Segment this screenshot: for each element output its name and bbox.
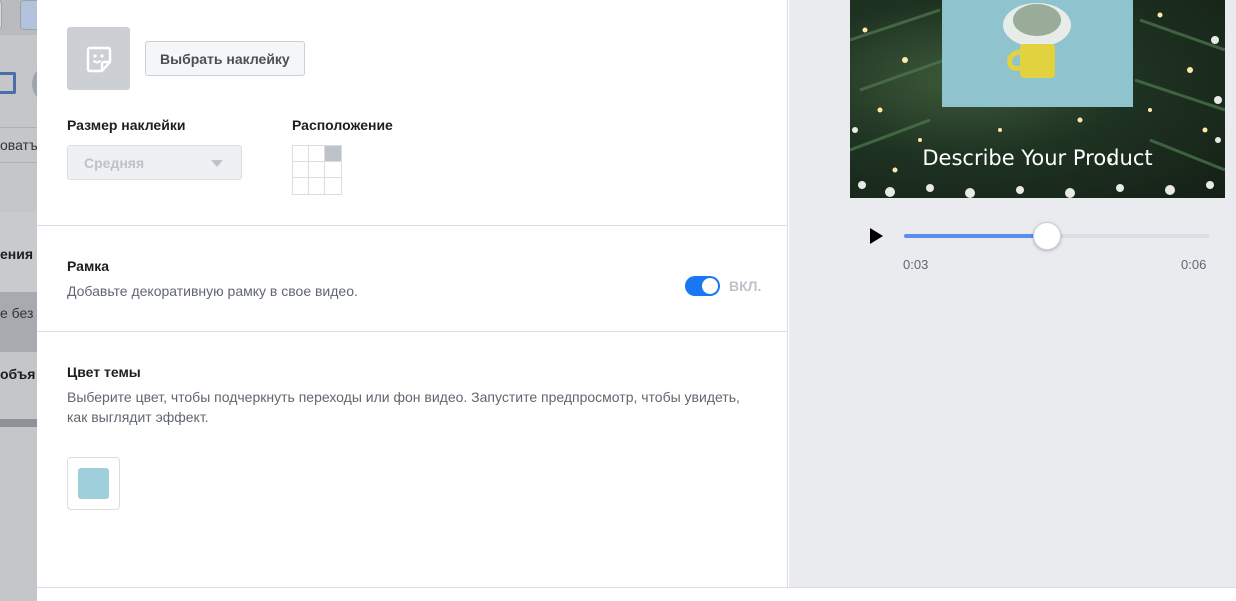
background-heading: ения [0,246,34,262]
position-cell-bottom-center[interactable] [309,178,325,194]
sticker-position-label: Расположение [292,117,393,133]
product-photo [942,0,1133,107]
position-cell-middle-center[interactable] [309,162,325,178]
total-time: 0:06 [1181,257,1207,272]
video-preview[interactable]: Describe Your Product [850,0,1225,198]
video-settings-panel: Выбрать наклейку Размер наклейки Средняя… [37,0,788,588]
theme-color-title: Цвет темы [67,364,141,380]
chevron-down-icon [211,160,223,167]
current-time: 0:03 [903,257,929,272]
theme-color-swatch [78,468,109,499]
background-heading: объя [0,366,36,382]
video-preview-area: Describe Your Product [789,0,1236,587]
plant-mug-image [1003,3,1071,78]
section-divider [37,225,788,226]
background-text: оватъ [0,137,37,153]
panel-footer [37,587,1236,601]
theme-color-picker[interactable] [67,457,120,510]
video-caption: Describe Your Product [922,146,1153,170]
background-app: оватъ ения е без объя [0,0,37,601]
choose-sticker-button[interactable]: Выбрать наклейку [145,41,305,76]
background-text: е без [0,305,34,321]
frame-description: Добавьте декоративную рамку в свое видео… [67,283,358,299]
playback-progress [904,234,1047,238]
position-cell-bottom-right[interactable] [325,178,341,194]
sticker-size-value: Средняя [84,154,145,171]
frame-toggle[interactable] [685,276,720,296]
sticker-thumbnail[interactable] [67,27,130,90]
toggle-knob [702,278,718,294]
theme-color-description: Выберите цвет, чтобы подчеркнуть переход… [67,389,740,425]
frame-toggle-label: ВКЛ. [729,278,762,294]
sticker-icon [86,46,111,72]
section-divider [37,331,788,332]
position-cell-bottom-left[interactable] [293,178,309,194]
position-cell-middle-right[interactable] [325,162,341,178]
sticker-size-select[interactable]: Средняя [67,145,242,180]
position-cell-top-center[interactable] [309,146,325,162]
sticker-position-grid [292,145,342,195]
monitor-icon [0,72,16,94]
background-tab [0,0,2,30]
position-cell-top-right[interactable] [325,146,341,162]
position-cell-middle-left[interactable] [293,162,309,178]
position-cell-top-left[interactable] [293,146,309,162]
background-scrollbar [0,419,37,427]
play-icon[interactable] [868,228,884,244]
background-tab [20,0,37,30]
playback-slider[interactable] [904,222,1209,250]
sticker-size-label: Размер наклейки [67,117,186,133]
frame-title: Рамка [67,258,110,274]
slider-handle[interactable] [1033,222,1061,250]
